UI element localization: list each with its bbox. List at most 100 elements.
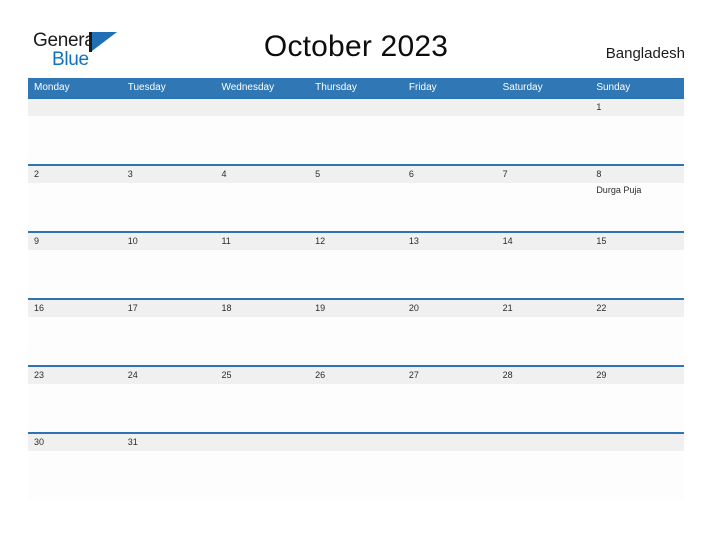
day-event [215, 317, 309, 365]
day-event [590, 116, 684, 164]
day-event [309, 116, 403, 164]
day-event [590, 250, 684, 298]
day-number[interactable]: 19 [309, 300, 403, 317]
weekday-header-friday: Friday [408, 82, 437, 93]
week-row: 1 [28, 97, 684, 164]
day-number[interactable]: 13 [403, 233, 497, 250]
calendar-page: General Blue October 2023 Bangladesh Mon… [0, 0, 712, 550]
day-event [215, 451, 309, 499]
day-number[interactable]: 6 [403, 166, 497, 183]
day-event [590, 384, 684, 432]
week-row: 16 17 18 19 20 21 22 [28, 298, 684, 365]
week-row: 9 10 11 12 13 14 15 [28, 231, 684, 298]
day-number[interactable]: 18 [215, 300, 309, 317]
day-number[interactable] [497, 434, 591, 451]
day-number[interactable]: 31 [122, 434, 216, 451]
day-number[interactable] [215, 434, 309, 451]
page-header: General Blue October 2023 Bangladesh [0, 0, 712, 78]
day-number[interactable] [309, 434, 403, 451]
weekday-header-thursday: Thursday [315, 82, 357, 93]
day-event [309, 384, 403, 432]
day-event-durga-puja: Durga Puja [596, 185, 642, 195]
day-number[interactable]: 20 [403, 300, 497, 317]
day-event [28, 183, 122, 231]
day-event [309, 451, 403, 499]
day-number[interactable]: 4 [215, 166, 309, 183]
day-event [497, 250, 591, 298]
day-number[interactable]: 28 [497, 367, 591, 384]
day-event [403, 250, 497, 298]
week-event-band: Durga Puja [28, 183, 684, 231]
day-event [497, 317, 591, 365]
week-row: 2 3 4 5 6 7 8 Durga Puja [28, 164, 684, 231]
day-number[interactable]: 25 [215, 367, 309, 384]
day-number[interactable] [403, 434, 497, 451]
day-number[interactable]: 21 [497, 300, 591, 317]
day-number[interactable] [215, 99, 309, 116]
day-event [309, 317, 403, 365]
day-event [403, 451, 497, 499]
day-number[interactable]: 16 [28, 300, 122, 317]
day-number[interactable]: 26 [309, 367, 403, 384]
day-number[interactable]: 14 [497, 233, 591, 250]
day-number[interactable] [497, 99, 591, 116]
day-event [590, 451, 684, 499]
day-number[interactable]: 15 [590, 233, 684, 250]
day-number[interactable] [122, 99, 216, 116]
day-event [122, 116, 216, 164]
day-number[interactable]: 11 [215, 233, 309, 250]
day-number[interactable]: 17 [122, 300, 216, 317]
day-event [403, 384, 497, 432]
week-row: 30 31 [28, 432, 684, 499]
day-event [403, 116, 497, 164]
day-number[interactable]: 1 [590, 99, 684, 116]
calendar-grid: Monday Tuesday Wednesday Thursday Friday… [28, 78, 684, 499]
day-number[interactable]: 3 [122, 166, 216, 183]
day-event [28, 250, 122, 298]
day-number[interactable] [28, 99, 122, 116]
week-day-number-band: 30 31 [28, 434, 684, 451]
day-number[interactable]: 29 [590, 367, 684, 384]
day-event [122, 183, 216, 231]
day-event [215, 116, 309, 164]
day-number[interactable] [309, 99, 403, 116]
week-row: 23 24 25 26 27 28 29 [28, 365, 684, 432]
day-number[interactable]: 9 [28, 233, 122, 250]
day-event [215, 250, 309, 298]
day-event [403, 317, 497, 365]
day-event [122, 451, 216, 499]
day-event [309, 183, 403, 231]
day-number[interactable]: 7 [497, 166, 591, 183]
weekday-header-saturday: Saturday [502, 82, 543, 93]
day-number[interactable]: 12 [309, 233, 403, 250]
day-number[interactable]: 2 [28, 166, 122, 183]
day-number[interactable]: 23 [28, 367, 122, 384]
week-day-number-band: 9 10 11 12 13 14 15 [28, 233, 684, 250]
day-event [403, 183, 497, 231]
weekday-header-row: Monday Tuesday Wednesday Thursday Friday… [28, 78, 684, 97]
day-event [309, 250, 403, 298]
week-day-number-band: 16 17 18 19 20 21 22 [28, 300, 684, 317]
day-number[interactable]: 24 [122, 367, 216, 384]
day-number[interactable]: 30 [28, 434, 122, 451]
day-number[interactable]: 27 [403, 367, 497, 384]
day-event [497, 116, 591, 164]
day-event [28, 317, 122, 365]
day-number[interactable] [590, 434, 684, 451]
week-day-number-band: 2 3 4 5 6 7 8 [28, 166, 684, 183]
day-event [122, 384, 216, 432]
day-event [590, 317, 684, 365]
day-number[interactable]: 8 [590, 166, 684, 183]
day-event [497, 183, 591, 231]
day-number[interactable]: 10 [122, 233, 216, 250]
day-event [215, 183, 309, 231]
day-number[interactable]: 5 [309, 166, 403, 183]
day-event [122, 317, 216, 365]
week-event-band [28, 116, 684, 164]
day-number[interactable]: 22 [590, 300, 684, 317]
day-event [122, 250, 216, 298]
day-number[interactable] [403, 99, 497, 116]
day-event [28, 384, 122, 432]
day-event [497, 384, 591, 432]
day-event [215, 384, 309, 432]
